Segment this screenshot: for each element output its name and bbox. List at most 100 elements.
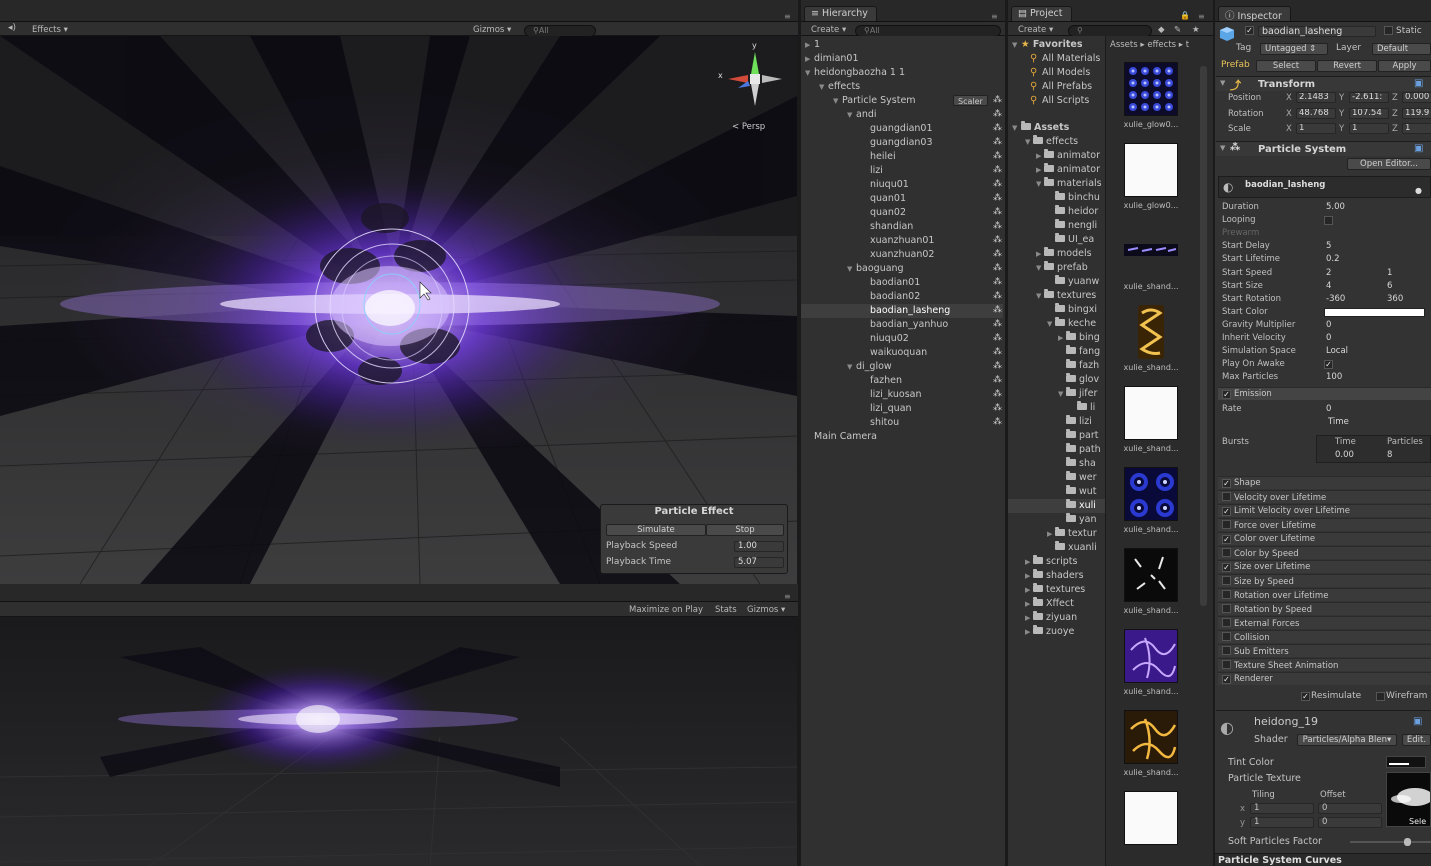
hierarchy-row[interactable]: baodian02 ⁂ <box>801 290 1003 304</box>
module-checkbox[interactable] <box>1222 576 1231 585</box>
module-rotation-by-speed[interactable]: Rotation by Speed <box>1218 602 1431 615</box>
project-folder-item[interactable]: fazh <box>1008 359 1105 373</box>
hierarchy-create-button[interactable]: Create ▾ <box>811 25 846 35</box>
module-rotation-over-lifetime[interactable]: Rotation over Lifetime <box>1218 588 1431 601</box>
foldout-arrow-icon[interactable]: ▼ <box>1036 261 1044 275</box>
foldout-arrow-icon[interactable]: ▶ <box>805 38 814 52</box>
hierarchy-menu-icon[interactable]: ≡ <box>991 12 998 21</box>
project-folder-item[interactable]: path <box>1008 443 1105 457</box>
project-folder-item[interactable]: yan <box>1008 513 1105 527</box>
scene-view[interactable]: y x < Persp Particle Effect Simulate Sto… <box>0 36 797 584</box>
module-sub-emitters[interactable]: Sub Emitters <box>1218 644 1431 657</box>
hierarchy-row[interactable]: quan02 ⁂ <box>801 206 1003 220</box>
favorite-item[interactable]: ⚲ All Scripts <box>1030 94 1108 108</box>
hierarchy-row[interactable]: baodian_yanhuo ⁂ <box>801 318 1003 332</box>
tiling-y-field[interactable]: 1 <box>1250 817 1314 828</box>
module-collision[interactable]: Collision <box>1218 630 1431 643</box>
rate-value[interactable]: 0 <box>1326 404 1331 414</box>
module-checkbox[interactable]: ✓ <box>1222 507 1231 516</box>
foldout-arrow-icon[interactable]: ▶ <box>1025 625 1033 639</box>
ps-field-checkbox[interactable] <box>1324 216 1333 226</box>
scaler-button[interactable]: Scaler <box>953 95 988 106</box>
ps-field-value[interactable]: 5.00 <box>1326 202 1345 212</box>
module-renderer[interactable]: ✓ Renderer <box>1218 672 1431 685</box>
prefab-select-button[interactable]: Select <box>1256 60 1316 72</box>
hierarchy-row[interactable]: ▼ baoguang ⁂ <box>801 262 1003 276</box>
filter-type-icon[interactable]: ◆ <box>1158 25 1165 35</box>
project-folder-item[interactable]: wer <box>1008 471 1105 485</box>
project-folder-item[interactable]: li <box>1008 401 1105 415</box>
asset-thumbnail[interactable] <box>1124 791 1178 845</box>
scale-z-field[interactable]: 1 <box>1402 123 1431 134</box>
prefab-revert-button[interactable]: Revert <box>1317 60 1377 72</box>
hierarchy-tab[interactable]: ≡ Hierarchy <box>804 6 877 21</box>
project-folder-item[interactable]: xuanli <box>1008 541 1105 555</box>
ps-field-value[interactable]: 0 <box>1326 320 1331 330</box>
module-checkbox[interactable] <box>1222 646 1231 655</box>
project-breadcrumb[interactable]: Assets ▸ effects ▸ t <box>1110 40 1189 50</box>
rotation-z-field[interactable]: 119.9 <box>1402 108 1431 119</box>
project-create-button[interactable]: Create ▾ <box>1018 25 1053 35</box>
breadcrumb-assets[interactable]: Assets <box>1110 40 1138 50</box>
simulate-button[interactable]: Simulate <box>606 524 706 536</box>
module-texture-sheet-animation[interactable]: Texture Sheet Animation <box>1218 658 1431 671</box>
project-folder-item[interactable]: ▶ shaders <box>1008 569 1105 583</box>
project-menu-icon[interactable]: ≡ <box>1198 12 1205 21</box>
foldout-arrow-icon[interactable]: ▼ <box>1036 177 1044 191</box>
foldout-arrow-icon[interactable]: ▼ <box>833 94 842 108</box>
favorite-star-icon[interactable]: ★ <box>1192 25 1200 35</box>
module-checkbox[interactable] <box>1222 660 1231 669</box>
foldout-arrow-icon[interactable]: ▼ <box>1036 289 1044 303</box>
breadcrumb-effects[interactable]: effects <box>1147 40 1176 50</box>
speaker-icon[interactable]: ◂) <box>8 23 16 33</box>
hierarchy-row[interactable]: lizi_kuosan ⁂ <box>801 388 1003 402</box>
rotation-x-field[interactable]: 48.768 <box>1296 108 1336 119</box>
foldout-arrow-icon[interactable]: ▶ <box>1025 583 1033 597</box>
particle-system-header[interactable]: ▼ ⁂ Particle System ▣ <box>1216 141 1431 156</box>
ps-field-value-2[interactable]: 360 <box>1387 294 1403 304</box>
ps-field-value[interactable]: 0.2 <box>1326 254 1340 264</box>
transform-header[interactable]: ▼ ⤴ Transform ▣ <box>1216 76 1431 92</box>
module-color-by-speed[interactable]: Color by Speed <box>1218 546 1431 559</box>
scale-x-field[interactable]: 1 <box>1296 123 1336 134</box>
project-folder-item[interactable]: ▼ jifer <box>1008 387 1105 401</box>
foldout-arrow-icon[interactable]: ▶ <box>1025 597 1033 611</box>
position-x-field[interactable]: 2.1483 <box>1296 92 1336 103</box>
module-checkbox[interactable]: ✓ <box>1222 675 1231 684</box>
foldout-arrow-icon[interactable]: ▼ <box>1058 387 1066 401</box>
inspector-tab[interactable]: ⓘ Inspector <box>1218 6 1291 22</box>
project-folder-item[interactable]: ▶ scripts <box>1008 555 1105 569</box>
asset-thumbnail[interactable] <box>1124 629 1178 683</box>
filter-label-icon[interactable]: ✎ <box>1174 25 1181 35</box>
project-folder-item[interactable]: ▼ effects <box>1008 135 1105 149</box>
project-folder-item[interactable]: ▶ animator <box>1008 149 1105 163</box>
tint-color-swatch[interactable] <box>1386 756 1426 768</box>
ps-field-value[interactable]: Local <box>1326 346 1348 356</box>
stop-button[interactable]: Stop <box>706 524 784 536</box>
foldout-arrow-icon[interactable]: ▼ <box>805 66 814 80</box>
project-folder-item[interactable]: ▶ animator <box>1008 163 1105 177</box>
gizmos-dropdown[interactable]: Gizmos ▾ <box>473 25 511 35</box>
module-force-over-lifetime[interactable]: Force over Lifetime <box>1218 518 1431 531</box>
hierarchy-row[interactable]: xuanzhuan01 ⁂ <box>801 234 1003 248</box>
ps-field-value[interactable]: 0 <box>1326 333 1331 343</box>
shader-edit-button[interactable]: Edit. <box>1402 734 1431 746</box>
prefab-apply-button[interactable]: Apply <box>1378 60 1431 72</box>
foldout-arrow-icon[interactable]: ▶ <box>1025 611 1033 625</box>
module-checkbox[interactable]: ✓ <box>1222 535 1231 544</box>
subsystem-header[interactable]: ◐ baodian_lasheng ● <box>1218 176 1431 198</box>
tag-dropdown[interactable]: Untagged ⇕ <box>1260 43 1328 55</box>
static-checkbox[interactable] <box>1384 26 1393 35</box>
project-folder-item[interactable]: glov <box>1008 373 1105 387</box>
foldout-arrow-icon[interactable]: ▶ <box>1036 149 1044 163</box>
project-folder-item[interactable]: ▶ textur <box>1008 527 1105 541</box>
project-tab[interactable]: ▤ Project <box>1011 6 1072 21</box>
foldout-arrow-icon[interactable]: ▶ <box>1036 247 1044 261</box>
module-size-by-speed[interactable]: Size by Speed <box>1218 574 1431 587</box>
hierarchy-row[interactable]: niuqu02 ⁂ <box>801 332 1003 346</box>
shader-dropdown[interactable]: Particles/Alpha Blen▾ <box>1297 734 1397 746</box>
foldout-arrow-icon[interactable]: ▼ <box>1047 317 1055 331</box>
module-checkbox[interactable] <box>1222 632 1231 641</box>
module-shape[interactable]: ✓ Shape <box>1218 476 1431 489</box>
project-folder-item[interactable]: wut <box>1008 485 1105 499</box>
